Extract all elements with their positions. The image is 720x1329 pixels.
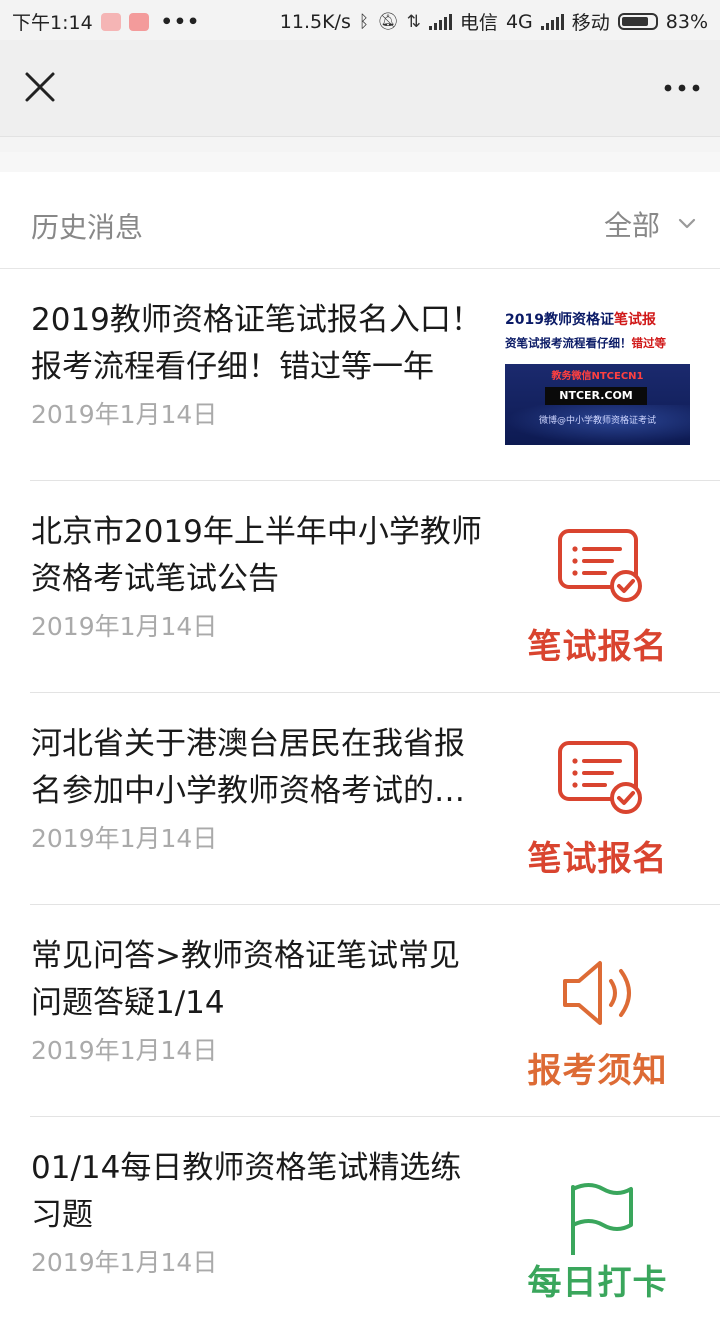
- close-button[interactable]: [20, 66, 60, 110]
- thumbnail-tile: 每日打卡: [505, 1145, 690, 1303]
- network-type: 4G: [505, 10, 533, 33]
- thumbnail-tile: 笔试报名: [505, 509, 690, 667]
- more-icon: [664, 84, 700, 92]
- app-notification-icon: [100, 12, 121, 31]
- article-date: 2019年1月14日: [31, 1036, 218, 1065]
- banner-headline: 2019教师资格证笔试报: [505, 312, 656, 328]
- tile-label: 笔试报名: [527, 627, 668, 667]
- article-thumbnail: 笔试报名: [505, 509, 690, 667]
- bluetooth-icon: ᛒ: [358, 11, 370, 32]
- tile-label: 报考须知: [527, 1051, 668, 1091]
- status-bar: 下午1:14 ••• 11.5K/s ᛒ 🔕︎ ⇅ 电信 4G 移动 83%: [0, 0, 720, 40]
- filter-dropdown[interactable]: 全部: [604, 204, 696, 244]
- article-date: 2019年1月14日: [31, 1248, 218, 1277]
- article-item[interactable]: 01/14每日教师资格笔试精选练习题 2019年1月14日 每日打卡: [0, 1117, 720, 1329]
- article-date: 2019年1月14日: [31, 400, 218, 429]
- banner-wechat: 教务微信NTCECN1: [551, 371, 644, 382]
- section-separator-inner: [0, 152, 720, 172]
- thumbnail-tile: 笔试报名: [505, 721, 690, 879]
- article-item[interactable]: 2019教师资格证笔试报名入口！报考流程看仔细！错过等一年 2019年1月14日…: [0, 269, 720, 481]
- flag-icon: [571, 1183, 633, 1255]
- more-button[interactable]: [658, 68, 706, 108]
- banner-subline: 资笔试报考流程看仔细！错过等: [505, 336, 666, 350]
- article-date: 2019年1月14日: [31, 612, 218, 641]
- status-time: 下午1:14: [12, 12, 93, 34]
- carrier-2: 移动: [571, 12, 610, 34]
- close-icon: [25, 72, 55, 102]
- article-item[interactable]: 河北省关于港澳台居民在我省报名参加中小学教师资格考试的通知 2019年1月14日…: [0, 693, 720, 905]
- data-transfer-icon: ⇅: [406, 11, 421, 32]
- thumbnail-tile: 报考须知: [505, 933, 690, 1091]
- signal-icon: [540, 13, 564, 30]
- battery-icon: [617, 13, 658, 30]
- article-item[interactable]: 常见问答>教师资格证笔试常见问题答疑1/14 2019年1月14日 报考须知: [0, 905, 720, 1117]
- article-thumbnail: 每日打卡: [505, 1145, 690, 1303]
- registration-form-icon: [558, 529, 642, 602]
- mute-icon: 🔕︎: [377, 11, 399, 32]
- more-notifications-icon: •••: [160, 10, 201, 33]
- banner-domain: NTCER.COM: [545, 387, 647, 405]
- chevron-down-icon: [678, 218, 696, 229]
- navigation-bar: [0, 40, 720, 137]
- article-title: 2019教师资格证笔试报名入口！报考流程看仔细！错过等一年: [31, 302, 482, 385]
- article-title: 01/14每日教师资格笔试精选练习题: [31, 1150, 462, 1233]
- article-thumbnail: 报考须知: [505, 933, 690, 1091]
- banner-weibo: 微博@中小学教师资格证考试: [538, 416, 656, 426]
- history-header: 历史消息 全部: [0, 172, 720, 269]
- tile-label: 笔试报名: [527, 839, 668, 879]
- history-title: 历史消息: [31, 211, 144, 244]
- network-speed: 11.5K/s: [279, 10, 351, 33]
- battery-level: [621, 17, 649, 26]
- article-title: 常见问答>教师资格证笔试常见问题答疑1/14: [31, 938, 460, 1021]
- app-notification-icon: [128, 12, 149, 31]
- carrier-1: 电信: [459, 12, 498, 34]
- speaker-icon: [563, 961, 631, 1025]
- filter-label: 全部: [603, 209, 660, 242]
- article-title: 河北省关于港澳台居民在我省报名参加中小学教师资格考试的通知: [31, 726, 465, 809]
- registration-form-icon: [558, 741, 642, 814]
- signal-icon: [428, 13, 452, 30]
- thumbnail-banner: 2019教师资格证笔试报 资笔试报考流程看仔细！错过等 教务微信NTCECN1 …: [505, 305, 690, 445]
- article-thumbnail: 笔试报名: [505, 721, 690, 879]
- article-item[interactable]: 北京市2019年上半年中小学教师资格考试笔试公告 2019年1月14日 笔试报名: [0, 481, 720, 693]
- article-thumbnail: 2019教师资格证笔试报 资笔试报考流程看仔细！错过等 教务微信NTCECN1 …: [505, 297, 690, 447]
- article-title: 北京市2019年上半年中小学教师资格考试笔试公告: [31, 514, 482, 597]
- battery-percent: 83%: [665, 10, 708, 33]
- article-date: 2019年1月14日: [31, 824, 218, 853]
